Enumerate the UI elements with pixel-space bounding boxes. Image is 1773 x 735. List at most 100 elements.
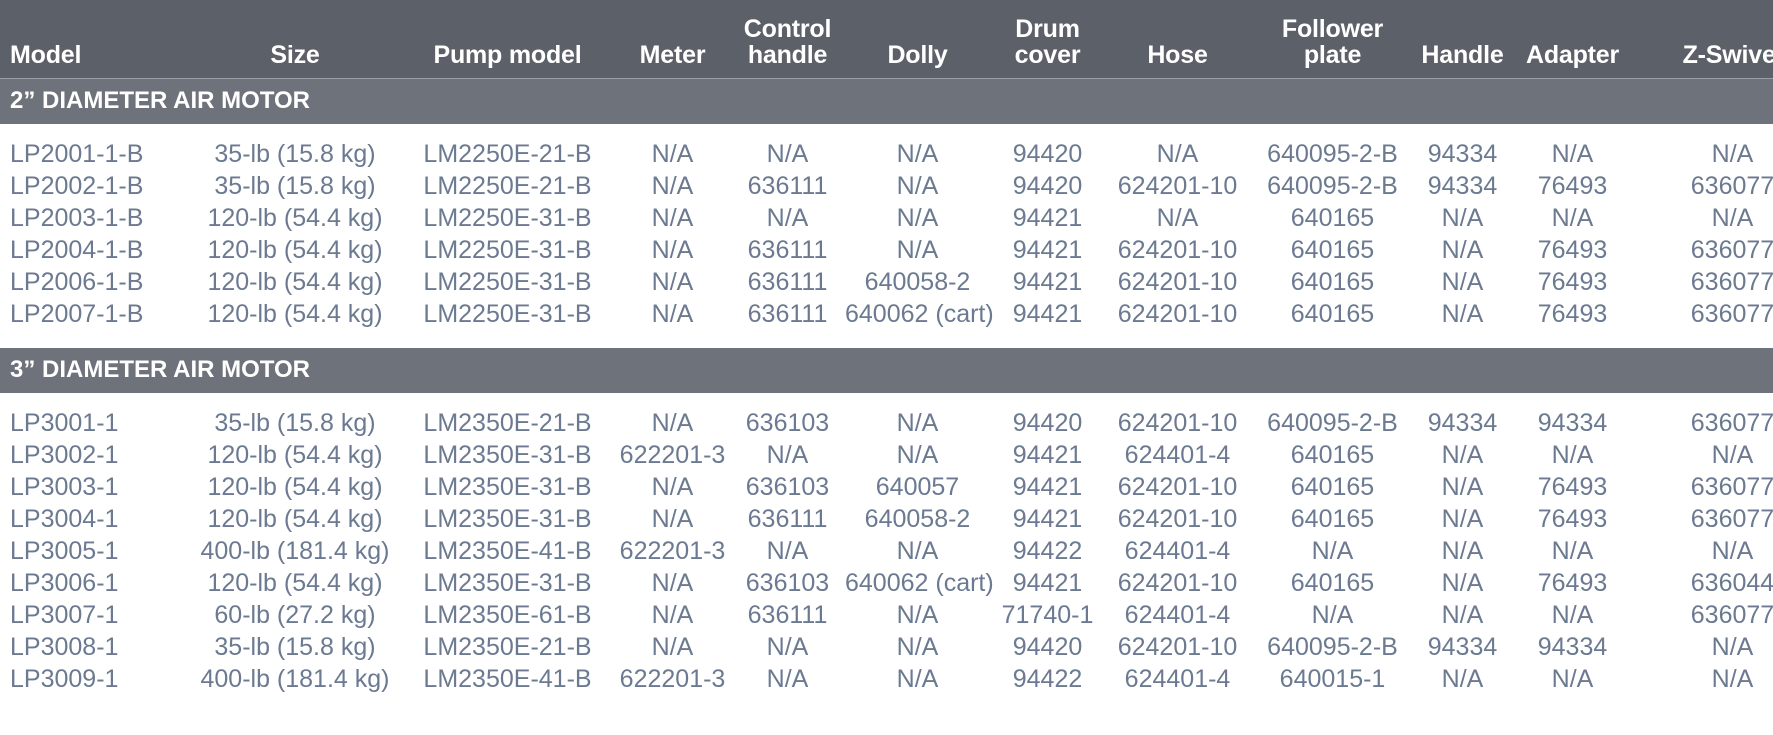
cell-pump: LM2250E-31-B: [400, 266, 615, 298]
table-row[interactable]: LP3002-1 120-lb (54.4 kg) LM2350E-31-B 6222…: [0, 439, 1773, 471]
cell-meter: 622201-3: [615, 663, 730, 695]
cell-control: 636111: [730, 298, 845, 330]
cell-size: 120-lb (54.4 kg): [190, 234, 400, 266]
cell-zswivel: 636077: [1635, 234, 1773, 266]
section-header-row: 3” DIAMETER AIR MOTOR: [0, 346, 1773, 394]
cell-pump: LM2250E-31-B: [400, 298, 615, 330]
cell-model: LP3001-1: [0, 407, 190, 439]
cell-dolly: N/A: [845, 407, 990, 439]
cell-dolly: 640062 (cart): [845, 567, 994, 599]
cell-adapter: N/A: [1510, 439, 1635, 471]
section-header-row: 2” DIAMETER AIR MOTOR: [0, 78, 1773, 125]
cell-drum: 94421: [990, 266, 1105, 298]
cell-model: LP3005-1: [0, 535, 190, 567]
cell-control: 636111: [730, 170, 845, 202]
cell-size: 60-lb (27.2 kg): [190, 599, 400, 631]
cell-dolly: N/A: [845, 631, 990, 663]
cell-pump: LM2350E-31-B: [400, 471, 615, 503]
cell-pump: LM2250E-31-B: [400, 202, 615, 234]
cell-handle: N/A: [1415, 234, 1510, 266]
cell-drum: 94421: [990, 298, 1105, 330]
cell-follower: 640165: [1250, 471, 1415, 503]
cell-dolly: N/A: [845, 599, 990, 631]
cell-hose: 624401-4: [1105, 663, 1250, 695]
cell-hose: 624201-10: [1105, 631, 1250, 663]
cell-model: LP2002-1-B: [0, 170, 190, 202]
cell-handle: N/A: [1415, 298, 1510, 330]
cell-control: N/A: [730, 202, 845, 234]
cell-zswivel: N/A: [1635, 631, 1773, 663]
cell-follower: 640095-2-B: [1250, 407, 1415, 439]
cell-dolly: 640062 (cart): [845, 298, 994, 330]
section-title: 3” DIAMETER AIR MOTOR: [0, 346, 1773, 394]
table-row[interactable]: LP2002-1-B 35-lb (15.8 kg) LM2250E-21-B N/A…: [0, 170, 1773, 202]
cell-pump: LM2250E-21-B: [400, 138, 615, 170]
table-row[interactable]: LP2003-1-B 120-lb (54.4 kg) LM2250E-31-B N/…: [0, 202, 1773, 234]
cell-hose: N/A: [1105, 202, 1250, 234]
column-header-meter: Meter: [639, 41, 706, 69]
table-row[interactable]: LP3005-1 400-lb (181.4 kg) LM2350E-41-B 622…: [0, 535, 1773, 567]
table-row[interactable]: LP3003-1 120-lb (54.4 kg) LM2350E-31-B N/A 6…: [0, 471, 1773, 503]
cell-drum: 94420: [990, 170, 1105, 202]
cell-size: 120-lb (54.4 kg): [190, 471, 400, 503]
cell-control: N/A: [730, 631, 845, 663]
cell-zswivel: N/A: [1635, 663, 1773, 695]
cell-hose: 624201-10: [1105, 298, 1250, 330]
table-row[interactable]: LP3001-1 35-lb (15.8 kg) LM2350E-21-B N/A 63…: [0, 407, 1773, 439]
cell-drum: 94420: [990, 407, 1105, 439]
cell-control: 636111: [730, 234, 845, 266]
table-row[interactable]: LP3006-1 120-lb (54.4 kg) LM2350E-31-B N/A 6…: [0, 567, 1773, 599]
cell-control: N/A: [730, 138, 845, 170]
cell-adapter: N/A: [1510, 202, 1635, 234]
table-row[interactable]: LP2001-1-B 35-lb (15.8 kg) LM2250E-21-B N/A…: [0, 138, 1773, 170]
cell-hose: 624201-10: [1105, 266, 1250, 298]
cell-adapter: 94334: [1510, 407, 1635, 439]
section-title: 2” DIAMETER AIR MOTOR: [0, 78, 1773, 125]
cell-hose: 624201-10: [1105, 567, 1250, 599]
table-row[interactable]: LP2006-1-B 120-lb (54.4 kg) LM2250E-31-B N/…: [0, 266, 1773, 298]
table-row[interactable]: LP2007-1-B 120-lb (54.4 kg) LM2250E-31-B N/…: [0, 298, 1773, 330]
cell-dolly: N/A: [845, 170, 990, 202]
column-header-handle: Handle: [1421, 41, 1504, 69]
cell-handle: N/A: [1415, 471, 1510, 503]
cell-model: LP3006-1: [0, 567, 190, 599]
cell-follower: 640095-2-B: [1250, 138, 1415, 170]
table-row[interactable]: LP3004-1 120-lb (54.4 kg) LM2350E-31-B N/A 6…: [0, 503, 1773, 535]
cell-zswivel: N/A: [1635, 138, 1773, 170]
cell-dolly: N/A: [845, 138, 990, 170]
cell-model: LP2001-1-B: [0, 138, 190, 170]
cell-size: 120-lb (54.4 kg): [190, 202, 400, 234]
cell-pump: LM2350E-61-B: [400, 599, 615, 631]
cell-size: 35-lb (15.8 kg): [190, 138, 400, 170]
cell-handle: 94334: [1415, 170, 1510, 202]
cell-adapter: N/A: [1510, 599, 1635, 631]
cell-meter: N/A: [615, 599, 730, 631]
table-row[interactable]: LP3008-1 35-lb (15.8 kg) LM2350E-21-B N/A N/…: [0, 631, 1773, 663]
cell-hose: 624401-4: [1105, 535, 1250, 567]
cell-control: N/A: [730, 535, 845, 567]
cell-model: LP3004-1: [0, 503, 190, 535]
cell-zswivel: 636077: [1635, 599, 1773, 631]
cell-control: N/A: [730, 439, 845, 471]
cell-zswivel: 636077: [1635, 298, 1773, 330]
table-row[interactable]: LP3009-1 400-lb (181.4 kg) LM2350E-41-B 622…: [0, 663, 1773, 695]
cell-dolly: 640058-2: [845, 266, 990, 298]
cell-drum: 94422: [990, 535, 1105, 567]
cell-zswivel: N/A: [1635, 535, 1773, 567]
column-header-adapter: Adapter: [1525, 41, 1620, 69]
table-row[interactable]: LP3007-1 60-lb (27.2 kg) LM2350E-61-B N/A 63…: [0, 599, 1773, 631]
cell-hose: 624201-10: [1105, 170, 1250, 202]
cell-adapter: N/A: [1510, 663, 1635, 695]
cell-handle: N/A: [1415, 202, 1510, 234]
cell-adapter: 76493: [1510, 567, 1635, 599]
cell-handle: N/A: [1415, 439, 1510, 471]
column-header-hose: Hose: [1147, 41, 1208, 69]
table-row[interactable]: LP2004-1-B 120-lb (54.4 kg) LM2250E-31-B N/…: [0, 234, 1773, 266]
cell-dolly: N/A: [845, 202, 990, 234]
column-header-drum: Drum cover: [1014, 15, 1081, 69]
row-spacer: [0, 330, 1773, 347]
cell-meter: 622201-3: [615, 439, 730, 471]
cell-dolly: N/A: [845, 535, 990, 567]
cell-model: LP2004-1-B: [0, 234, 190, 266]
cell-zswivel: N/A: [1635, 202, 1773, 234]
